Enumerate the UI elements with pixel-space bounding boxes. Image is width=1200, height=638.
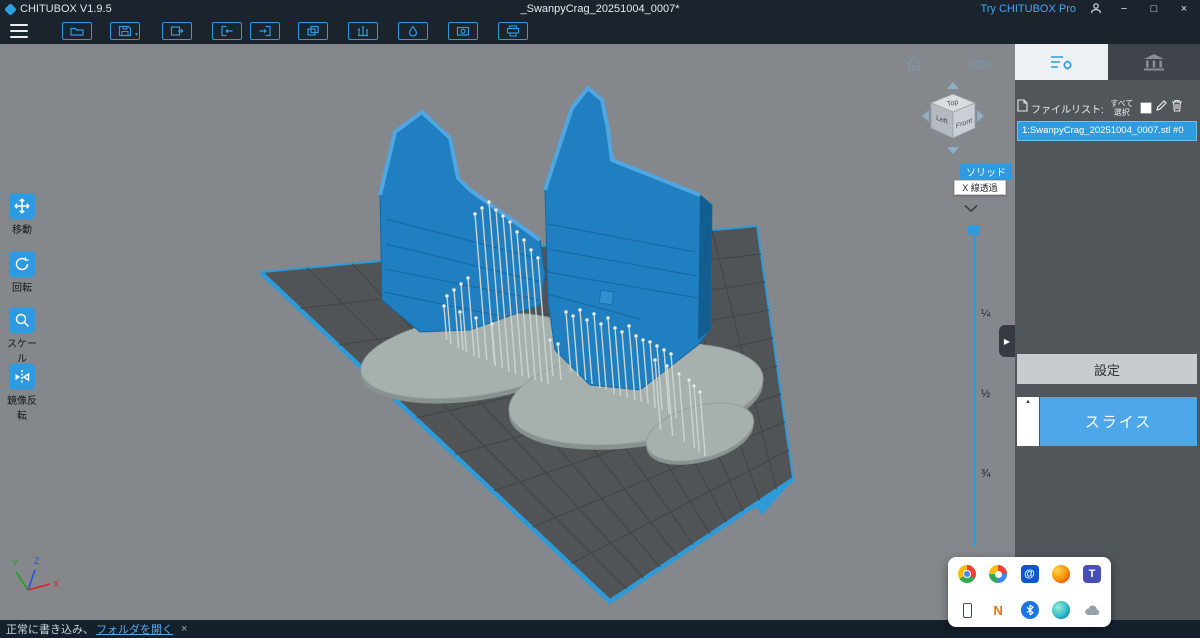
visibility-eye-icon[interactable] [970, 58, 990, 76]
view-cube-arrow-up[interactable] [947, 82, 959, 89]
tool-move-label: 移動 [12, 225, 32, 236]
import-model-button[interactable] [212, 22, 242, 40]
teams-icon[interactable]: T [1083, 565, 1101, 583]
settings-button[interactable]: 設定 [1017, 354, 1197, 384]
app-version-label: CHITUBOX V1.9.5 [20, 3, 112, 15]
home-view-icon[interactable] [905, 56, 923, 77]
menu-hamburger-icon[interactable] [10, 24, 28, 38]
title-bar: CHITUBOX V1.9.5 _SwanpyCrag_20251004_000… [0, 0, 1200, 18]
right-panel: ファイルリスト: すべて選択 1:SwanpyCrag_20251004_000… [999, 44, 1200, 620]
tool-mirror-label: 鏡像反転 [7, 396, 37, 422]
rotate-icon[interactable] [9, 251, 35, 277]
chitubox-logo-icon [4, 2, 17, 16]
select-all-checkbox[interactable] [1139, 102, 1152, 114]
mirror-icon[interactable] [9, 364, 35, 390]
tool-scale[interactable]: スケール [3, 307, 41, 365]
render-mode-dropdown[interactable]: X 線透過 [954, 180, 1006, 195]
user-account-icon[interactable] [1090, 2, 1102, 17]
clip-slider-track[interactable] [973, 228, 976, 546]
google-icon[interactable] [989, 565, 1008, 583]
mail-at-icon[interactable]: @ [1020, 565, 1039, 583]
export-model-button[interactable] [250, 22, 280, 40]
status-close-icon[interactable]: × [181, 623, 187, 635]
render-mode-tooltip: ソリッド [960, 163, 1012, 180]
dig-hole-button[interactable] [448, 22, 478, 40]
rename-pencil-icon[interactable] [1155, 99, 1168, 117]
maximize-button[interactable]: □ [1146, 0, 1162, 18]
file-list-label: ファイルリスト: [1031, 104, 1104, 116]
3d-scene [259, 86, 795, 605]
open-file-button[interactable] [62, 22, 92, 40]
tab-print-settings[interactable] [1015, 44, 1108, 80]
clip-label-half: ½ [981, 388, 991, 400]
onenote-n-icon[interactable]: N [989, 601, 1007, 619]
model-right[interactable] [543, 86, 713, 391]
axis-z-label: Z [34, 556, 40, 566]
main-toolbar: ▾ [0, 18, 1200, 44]
document-icon [1017, 99, 1028, 117]
tool-scale-label: スケール [7, 339, 37, 365]
clone-model-button[interactable] [298, 22, 328, 40]
phone-icon[interactable] [958, 601, 976, 619]
tool-rotate-label: 回転 [12, 283, 32, 294]
tool-mirror[interactable]: 鏡像反転 [3, 364, 41, 422]
edge-icon[interactable] [1051, 601, 1070, 619]
select-all-label: すべて選択 [1110, 99, 1134, 117]
panel-collapse-handle[interactable]: ▶ [999, 325, 1015, 357]
scale-icon[interactable] [9, 307, 35, 333]
bluetooth-icon[interactable] [1020, 601, 1039, 619]
model-fragment-cube[interactable] [598, 289, 615, 306]
save-file-button[interactable]: ▾ [110, 22, 140, 40]
export-file-button[interactable] [162, 22, 192, 40]
chrome-icon[interactable] [958, 565, 976, 583]
move-icon[interactable] [9, 193, 35, 219]
close-button[interactable]: × [1176, 0, 1192, 18]
axis-y-label: Y [12, 558, 18, 568]
clip-slider-handle[interactable] [968, 225, 980, 235]
cloud-icon[interactable] [1083, 601, 1101, 619]
file-list-item[interactable]: 1:SwanpyCrag_20251004_0007.stl #0 [1017, 121, 1197, 141]
file-list-header: ファイルリスト: すべて選択 [1017, 96, 1198, 120]
view-cube-arrow-left[interactable] [922, 110, 929, 122]
edit-support-button[interactable] [348, 22, 378, 40]
delete-trash-icon[interactable] [1171, 99, 1183, 117]
print-slice-button[interactable] [498, 22, 528, 40]
hollow-model-button[interactable] [398, 22, 428, 40]
slice-button[interactable]: スライス [1040, 397, 1197, 446]
tool-move[interactable]: 移動 [3, 193, 41, 236]
axis-x-label: X [53, 579, 59, 589]
tab-machine-library[interactable] [1107, 44, 1200, 80]
clip-label-three-quarter: ¾ [981, 468, 991, 480]
status-message: 正常に書き込み、 [6, 624, 94, 636]
clip-label-quarter: ¼ [981, 308, 991, 320]
panel-tabs [1015, 44, 1200, 80]
view-cube-arrow-down[interactable] [947, 147, 959, 154]
view-cube-arrow-right[interactable] [977, 110, 984, 122]
3d-viewport[interactable]: 移動 回転 スケール 鏡像反転 Top Left Front ソリッド X 線透… [0, 44, 1015, 620]
chitubox-window: CHITUBOX V1.9.5 _SwanpyCrag_20251004_000… [0, 0, 1200, 638]
slice-expand-toggle[interactable]: ▲ [1017, 397, 1039, 446]
slider-chevron-down-icon[interactable] [963, 200, 979, 218]
minimize-button[interactable]: − [1116, 0, 1132, 18]
view-cube[interactable]: Top Left Front [918, 76, 988, 158]
save-dropdown-icon[interactable]: ▾ [135, 32, 138, 38]
axes-gizmo: Y Z X [12, 556, 59, 591]
try-pro-link[interactable]: Try CHITUBOX Pro [980, 3, 1076, 15]
firefox-icon[interactable] [1051, 565, 1070, 583]
tool-rotate[interactable]: 回転 [3, 251, 41, 294]
system-tray-popup: @ T N [948, 557, 1111, 627]
open-folder-link[interactable]: フォルダを開く [96, 621, 173, 637]
